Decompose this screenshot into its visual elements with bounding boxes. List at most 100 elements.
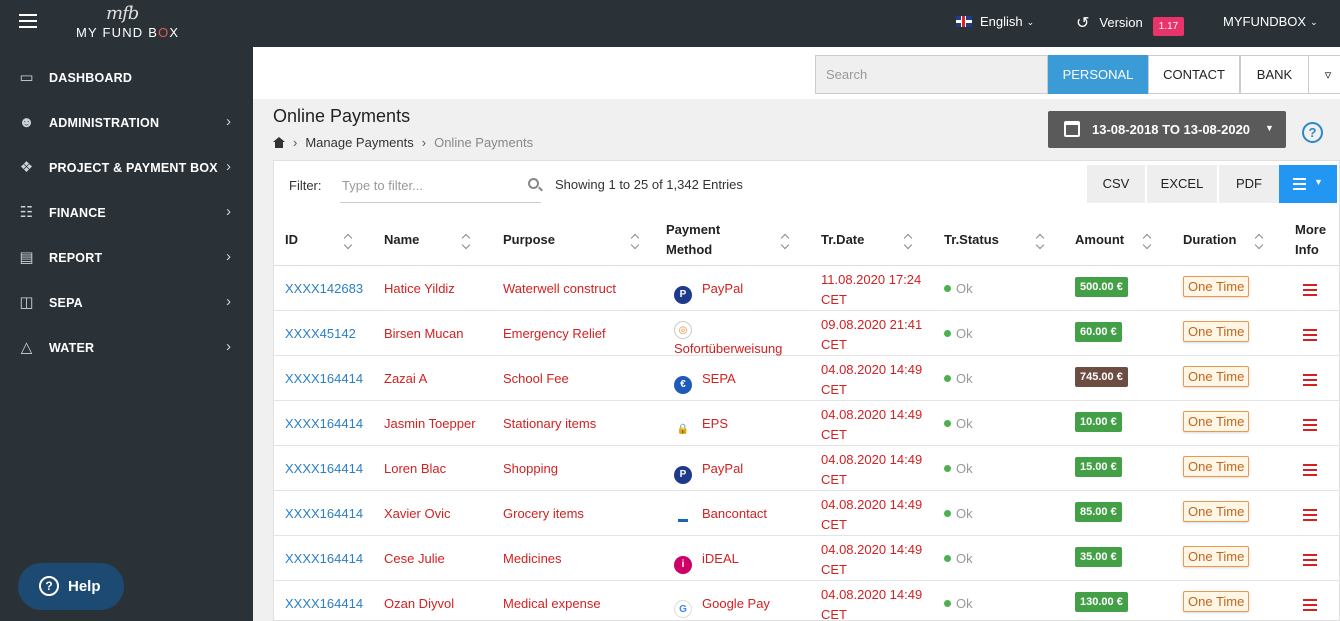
logo-text: MY FUND BOX [76,25,180,40]
sidebar-item-water[interactable]: △ WATER › [0,326,253,371]
status-label: Ok [956,326,973,341]
payment-method-label: iDEAL [702,551,739,566]
sidebar-item-label: WATER [49,341,95,355]
sort-icon[interactable] [1144,235,1152,249]
home-icon[interactable] [273,137,285,148]
cell-id[interactable]: XXXX164414 [285,416,363,431]
cell-purpose: Grocery items [503,506,584,521]
col-header-date[interactable]: Tr.Date [821,230,864,250]
help-button[interactable]: ? Help [18,563,124,610]
table-row[interactable]: XXXX142683 Hatice Yildiz Waterwell const… [274,266,1340,311]
more-info-menu-icon[interactable] [1303,509,1317,524]
date-range-label: 13-08-2018 TO 13-08-2020 [1092,122,1251,137]
cell-name: Birsen Mucan [384,326,464,341]
cell-id[interactable]: XXXX164414 [285,596,363,611]
col-header-status[interactable]: Tr.Status [944,230,999,250]
amount-badge: 85.00 € [1075,502,1122,522]
sidebar-item-label: ADMINISTRATION [49,116,160,130]
app-logo[interactable]: mfb MY FUND BOX [76,3,196,43]
sort-icon[interactable] [782,235,790,249]
cell-date: 04.08.2020 14:49 CET [821,360,922,400]
sidebar-item-label: DASHBOARD [49,71,133,85]
sidebar-item-administration[interactable]: ☻ ADMINISTRATION › [0,101,253,146]
cell-id[interactable]: XXXX164414 [285,551,363,566]
table-row[interactable]: XXXX164414 Jasmin Toepper Stationary ite… [274,401,1340,446]
sort-icon[interactable] [1256,235,1264,249]
pdf-button[interactable]: PDF [1219,165,1279,203]
history-icon: ↺ [1076,15,1090,32]
cell-date: 11.08.2020 17:24 CET [821,270,921,310]
account-menu[interactable]: MYFUNDBOX ⌄ [1223,14,1318,29]
col-header-method[interactable]: Payment Method [666,220,720,260]
search-input[interactable] [815,55,1048,94]
google-pay-icon: G [674,600,692,618]
amount-badge: 35.00 € [1075,547,1122,567]
excel-button[interactable]: EXCEL [1147,165,1217,203]
cell-date: 04.08.2020 14:49 CET [821,495,922,535]
sort-icon[interactable] [905,235,913,249]
help-question-icon[interactable]: ? [1302,122,1323,143]
chevron-right-icon: › [226,158,231,175]
col-header-name[interactable]: Name [384,230,419,250]
table-row[interactable]: XXXX164414 Zazai A School Fee € SEPA 04.0… [274,356,1340,401]
amount-badge: 500.00 € [1075,277,1128,297]
chevron-right-icon: › [226,338,231,355]
monitor-icon: ▭ [19,69,34,86]
sidebar-item-project-payment-box[interactable]: ❖ PROJECT & PAYMENT BOX › [0,146,253,191]
segment-personal[interactable]: PERSONAL [1048,55,1148,94]
more-info-menu-icon[interactable] [1303,554,1317,569]
col-header-duration[interactable]: Duration [1183,230,1236,250]
col-header-purpose[interactable]: Purpose [503,230,555,250]
sort-icon[interactable] [463,235,471,249]
segment-contact[interactable]: CONTACT [1148,55,1240,94]
payment-method-label: Google Pay [702,596,770,611]
sidebar-item-finance[interactable]: ☷ FINANCE › [0,191,253,236]
cell-payment-method: P PayPal [674,281,743,304]
table-row[interactable]: XXXX164414 Loren Blac Shopping P PayPal 0… [274,446,1340,491]
sort-icon[interactable] [345,235,353,249]
col-header-amount[interactable]: Amount [1075,230,1124,250]
cell-id[interactable]: XXXX164414 [285,461,363,476]
filter-funnel-button[interactable]: ▿ [1308,55,1340,94]
status-label: Ok [956,371,973,386]
csv-button[interactable]: CSV [1087,165,1145,203]
table-row[interactable]: XXXX164414 Ozan Diyvol Medical expense G… [274,581,1340,621]
cell-payment-method: G Google Pay [674,596,770,618]
more-info-menu-icon[interactable] [1303,284,1317,299]
segment-bank[interactable]: BANK [1240,55,1309,94]
cell-id[interactable]: XXXX164414 [285,506,363,521]
cell-purpose: Stationary items [503,416,597,431]
more-info-menu-icon[interactable] [1303,374,1317,389]
date-range-button[interactable]: 13-08-2018 TO 13-08-2020 ▼ [1048,111,1286,148]
filter-input[interactable] [340,169,541,203]
more-info-menu-icon[interactable] [1303,599,1317,614]
bancontact-icon: ▬ [674,511,692,529]
sort-icon[interactable] [1037,235,1045,249]
table-row[interactable]: XXXX45142 Birsen Mucan Emergency Relief … [274,311,1340,356]
version-indicator[interactable]: ↺ Version 1.17 [1076,13,1185,36]
table-row[interactable]: XXXX164414 Xavier Ovic Grocery items ▬ Ba… [274,491,1340,536]
more-info-menu-icon[interactable] [1303,464,1317,479]
language-selector[interactable]: English ⌄ [956,14,1034,29]
sort-icon[interactable] [632,235,640,249]
breadcrumb-separator: › [293,135,298,150]
more-info-menu-icon[interactable] [1303,419,1317,434]
cell-id[interactable]: XXXX164414 [285,371,363,386]
table-row[interactable]: XXXX164414 Cese Julie Medicines i iDEAL 0… [274,536,1340,581]
cell-id[interactable]: XXXX45142 [285,326,356,341]
cell-id[interactable]: XXXX142683 [285,281,363,296]
entries-info: Showing 1 to 25 of 1,342 Entries [555,177,743,192]
status-dot-icon [944,600,951,607]
duration-badge: One Time [1183,501,1250,522]
sidebar-item-sepa[interactable]: ◫ SEPA › [0,281,253,326]
sidebar-item-dashboard[interactable]: ▭ DASHBOARD [0,56,253,101]
cell-name: Xavier Ovic [384,506,451,521]
hamburger-menu-icon[interactable] [19,14,37,30]
col-header-id[interactable]: ID [285,230,298,250]
column-menu-button[interactable]: ▼ [1279,165,1337,203]
chevron-down-icon: ▼ [1265,123,1274,133]
breadcrumb-manage-payments[interactable]: Manage Payments [305,135,413,150]
more-info-menu-icon[interactable] [1303,329,1317,344]
account-label: MYFUNDBOX [1223,14,1307,29]
sidebar-item-report[interactable]: ▤ REPORT › [0,236,253,281]
